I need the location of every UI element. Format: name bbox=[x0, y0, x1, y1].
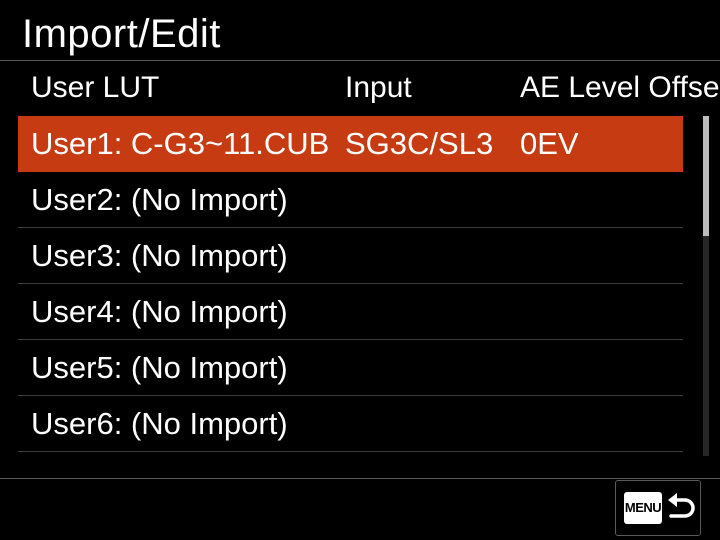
row-divider bbox=[18, 451, 683, 452]
column-header-input: Input bbox=[345, 71, 412, 104]
lut-name: User3: (No Import) bbox=[31, 238, 288, 273]
scrollbar-thumb[interactable] bbox=[703, 116, 709, 236]
lut-name: User4: (No Import) bbox=[31, 294, 288, 329]
lut-name: User2: (No Import) bbox=[31, 182, 288, 217]
return-arrow-icon bbox=[668, 493, 695, 518]
lut-row-user5[interactable]: User5: (No Import) bbox=[18, 340, 683, 396]
menu-back-button[interactable]: MENU bbox=[615, 480, 701, 536]
menu-icon: MENU bbox=[624, 492, 662, 524]
lut-row-user6[interactable]: User6: (No Import) bbox=[18, 396, 683, 452]
lut-row-user2[interactable]: User2: (No Import) bbox=[18, 172, 683, 228]
lut-row-user1[interactable]: User1: C-G3~11.CUB SG3C/SL3 0EV bbox=[18, 116, 683, 172]
lut-name: User6: (No Import) bbox=[31, 406, 288, 441]
lut-row-user3[interactable]: User3: (No Import) bbox=[18, 228, 683, 284]
lut-name: User1: C-G3~11.CUB bbox=[31, 126, 330, 161]
page-title: Import/Edit bbox=[22, 12, 221, 56]
lut-ae-offset: 0EV bbox=[520, 126, 579, 161]
lut-input: SG3C/SL3 bbox=[345, 126, 494, 161]
footer-divider bbox=[0, 478, 720, 479]
column-header-ae-level-offset: AE Level Offset bbox=[520, 71, 720, 104]
lut-row-user4[interactable]: User4: (No Import) bbox=[18, 284, 683, 340]
lut-name: User5: (No Import) bbox=[31, 350, 288, 385]
title-divider bbox=[0, 60, 720, 61]
column-header-user-lut: User LUT bbox=[31, 71, 160, 104]
scrollbar[interactable] bbox=[703, 116, 709, 456]
